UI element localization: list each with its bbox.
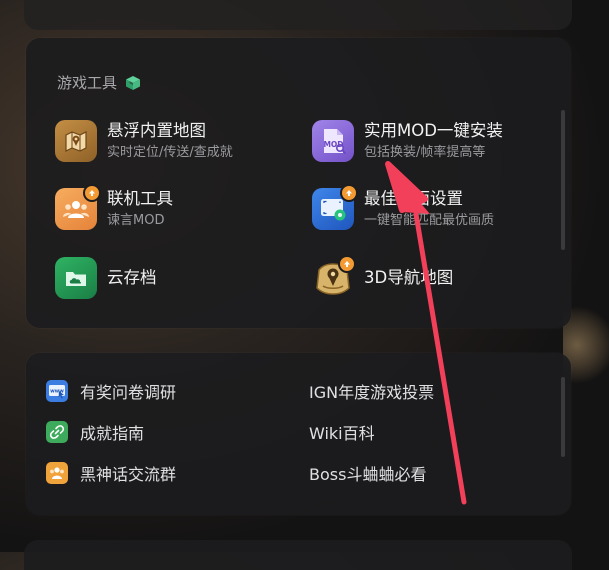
links-panel: www 有奖问卷调研 IGN年度游戏投票 成就指南 Wiki百科 黑神话交流群 … bbox=[26, 353, 571, 515]
3d-map-icon bbox=[312, 255, 356, 299]
tool-mod-install[interactable]: MOD 实用MOD一键安装 包括换装/帧率提高等 bbox=[312, 120, 503, 162]
section-title: 游戏工具 bbox=[57, 72, 141, 93]
tool-name: 最佳画面设置 bbox=[364, 189, 463, 208]
link-community-group[interactable]: 黑神话交流群 bbox=[46, 461, 176, 485]
tool-floating-map[interactable]: 悬浮内置地图 实时定位/传送/查成就 bbox=[55, 120, 233, 162]
game-tools-scrollbar[interactable] bbox=[561, 110, 565, 250]
next-card bbox=[24, 540, 572, 570]
map-pin-icon bbox=[55, 120, 97, 162]
links-scrollbar[interactable] bbox=[561, 377, 565, 457]
tool-name: 3D导航地图 bbox=[364, 268, 454, 287]
link-ign-vote[interactable]: IGN年度游戏投票 bbox=[309, 379, 434, 403]
cloud-folder-icon bbox=[55, 257, 97, 299]
tool-subtitle: 包括换装/帧率提高等 bbox=[364, 145, 486, 160]
tool-display-settings[interactable]: 最佳画面设置 一键智能匹配最优画质 bbox=[312, 184, 495, 230]
link-achievement-guide[interactable]: 成就指南 bbox=[46, 420, 144, 444]
link-label: 有奖问卷调研 bbox=[80, 383, 177, 402]
tool-subtitle: 谏言MOD bbox=[107, 213, 165, 228]
mod-file-icon: MOD bbox=[312, 120, 354, 162]
link-label: 成就指南 bbox=[80, 424, 145, 443]
link-boss-guide[interactable]: Boss斗蛐蛐必看 bbox=[309, 461, 426, 485]
link-icon bbox=[46, 421, 68, 443]
update-badge-icon bbox=[338, 255, 356, 273]
tool-3d-nav-map[interactable]: 3D导航地图 bbox=[312, 255, 454, 299]
tool-name: 云存档 bbox=[107, 268, 157, 287]
section-title-text: 游戏工具 bbox=[57, 74, 118, 92]
tool-subtitle: 实时定位/传送/查成就 bbox=[107, 145, 233, 160]
link-label: Boss斗蛐蛐必看 bbox=[309, 465, 427, 484]
link-label: IGN年度游戏投票 bbox=[309, 383, 435, 402]
www-cursor-icon: www bbox=[46, 380, 68, 402]
previous-card bbox=[24, 0, 572, 30]
group-icon bbox=[46, 462, 68, 484]
update-badge-icon bbox=[340, 184, 358, 202]
group-users-icon bbox=[55, 184, 101, 230]
link-wiki[interactable]: Wiki百科 bbox=[309, 420, 375, 444]
tool-name: 实用MOD一键安装 bbox=[364, 121, 503, 140]
link-survey[interactable]: www 有奖问卷调研 bbox=[46, 379, 176, 403]
game-tools-panel: 游戏工具 悬浮内置地图 实时定位/传送/查成就 MOD 实用MOD一键安装 包括… bbox=[26, 38, 571, 328]
tool-coop[interactable]: 联机工具 谏言MOD bbox=[55, 184, 173, 230]
tool-cloud-save[interactable]: 云存档 bbox=[55, 257, 157, 299]
display-settings-icon bbox=[312, 184, 358, 230]
tool-subtitle: 一键智能匹配最优画质 bbox=[364, 213, 495, 228]
tool-name: 悬浮内置地图 bbox=[107, 121, 206, 140]
link-label: 黑神话交流群 bbox=[80, 465, 177, 484]
cube-icon bbox=[126, 75, 141, 90]
link-label: Wiki百科 bbox=[309, 424, 375, 443]
tool-name: 联机工具 bbox=[107, 189, 173, 208]
update-badge-icon bbox=[83, 184, 101, 202]
